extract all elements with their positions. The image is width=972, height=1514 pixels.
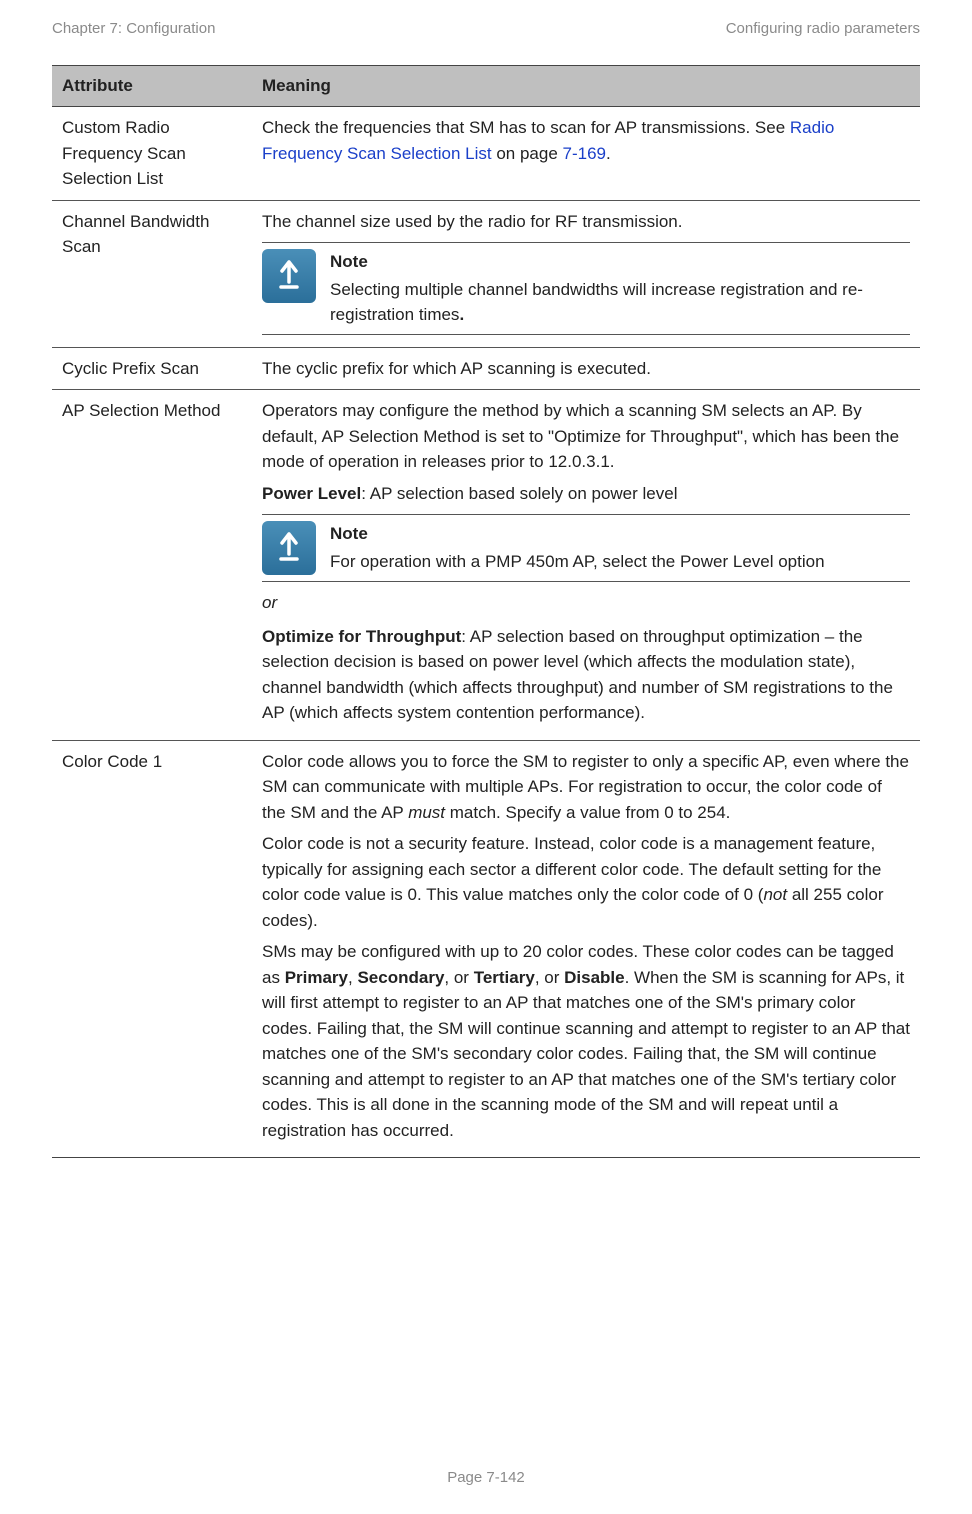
text: on page <box>492 144 563 163</box>
text: Color code is not a security feature. In… <box>262 831 910 933</box>
text: The channel size used by the radio for R… <box>262 209 910 235</box>
attributes-table: Attribute Meaning Custom Radio Frequency… <box>52 65 920 1158</box>
label-power-level: Power Level <box>262 484 361 503</box>
note-body: Selecting multiple channel bandwidths wi… <box>330 277 910 328</box>
attr-cell: Color Code 1 <box>52 740 252 1158</box>
table-row: Channel Bandwidth Scan The channel size … <box>52 200 920 347</box>
page-ref-link[interactable]: 7-169 <box>563 144 606 163</box>
note-box: Note For operation with a PMP 450m AP, s… <box>262 514 910 582</box>
text: Color code allows you to force the SM to… <box>262 749 910 826</box>
note-title: Note <box>330 249 910 275</box>
table-row: Color Code 1 Color code allows you to fo… <box>52 740 920 1158</box>
col-attribute: Attribute <box>52 66 252 107</box>
text: Operators may configure the method by wh… <box>262 398 910 475</box>
header-left: Chapter 7: Configuration <box>52 20 215 37</box>
attr-cell: Custom Radio Frequency Scan Selection Li… <box>52 107 252 201</box>
note-text: Note Selecting multiple channel bandwidt… <box>330 249 910 328</box>
text: : AP selection based solely on power lev… <box>361 484 677 503</box>
header-right: Configuring radio parameters <box>726 20 920 37</box>
col-meaning: Meaning <box>252 66 920 107</box>
note-body: For operation with a PMP 450m AP, select… <box>330 549 910 575</box>
text: Check the frequencies that SM has to sca… <box>262 118 790 137</box>
table-row: Custom Radio Frequency Scan Selection Li… <box>52 107 920 201</box>
attr-cell: Cyclic Prefix Scan <box>52 347 252 390</box>
text: Power Level: AP selection based solely o… <box>262 481 910 507</box>
attr-cell: AP Selection Method <box>52 390 252 741</box>
table-header-row: Attribute Meaning <box>52 66 920 107</box>
meaning-cell: Operators may configure the method by wh… <box>252 390 920 741</box>
label-optimize-throughput: Optimize for Throughput <box>262 627 461 646</box>
meaning-cell: The cyclic prefix for which AP scanning … <box>252 347 920 390</box>
meaning-cell: Check the frequencies that SM has to sca… <box>252 107 920 201</box>
attr-cell: Channel Bandwidth Scan <box>52 200 252 347</box>
or-separator: or <box>262 590 910 616</box>
note-box: Note Selecting multiple channel bandwidt… <box>262 242 910 335</box>
table-row: AP Selection Method Operators may config… <box>52 390 920 741</box>
meaning-cell: Color code allows you to force the SM to… <box>252 740 920 1158</box>
page: Chapter 7: Configuration Configuring rad… <box>0 0 972 1514</box>
page-header: Chapter 7: Configuration Configuring rad… <box>52 20 920 37</box>
info-icon <box>262 249 316 303</box>
text: Optimize for Throughput: AP selection ba… <box>262 624 910 726</box>
page-footer: Page 7-142 <box>0 1469 972 1486</box>
text: SMs may be configured with up to 20 colo… <box>262 939 910 1143</box>
note-text: Note For operation with a PMP 450m AP, s… <box>330 521 910 574</box>
note-title: Note <box>330 521 910 547</box>
meaning-cell: The channel size used by the radio for R… <box>252 200 920 347</box>
text: . <box>606 144 611 163</box>
table-row: Cyclic Prefix Scan The cyclic prefix for… <box>52 347 920 390</box>
info-icon <box>262 521 316 575</box>
